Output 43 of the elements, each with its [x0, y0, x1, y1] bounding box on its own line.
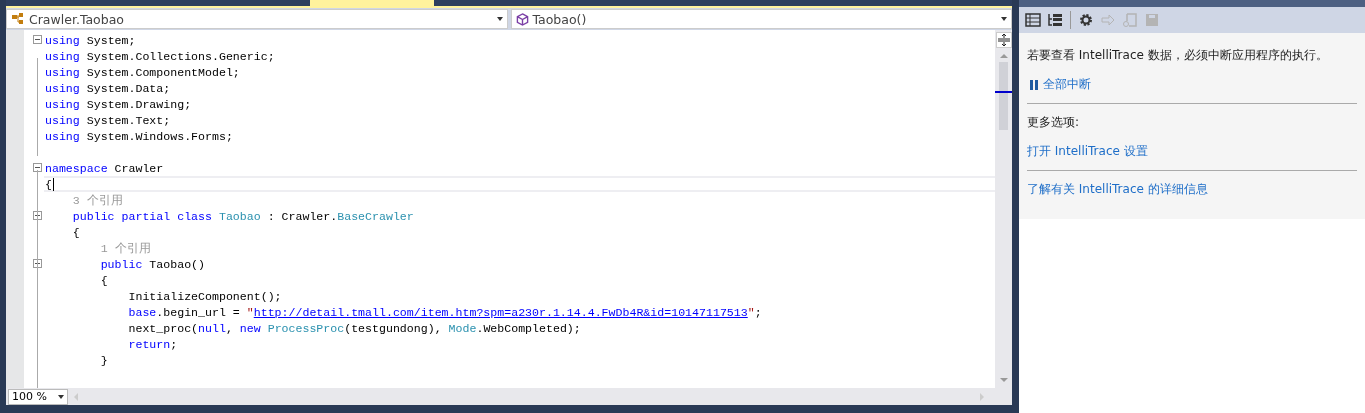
- code-line: {: [45, 177, 52, 191]
- break-all-link[interactable]: 全部中断: [1030, 76, 1091, 93]
- code-line: next_proc(null, new ProcessProc(testgundong), Mode.WebCompleted);: [127, 321, 581, 335]
- code-line: {: [71, 225, 80, 239]
- reference-count[interactable]: 3 个引用: [45, 192, 123, 208]
- code-line: using System.Windows.Forms;: [45, 129, 233, 143]
- code-line: using System.Collections.Generic;: [45, 49, 275, 63]
- scroll-thumb[interactable]: [999, 62, 1008, 130]
- text-cursor: [52, 177, 54, 191]
- class-icon: [11, 12, 25, 26]
- caret-icon: [496, 17, 503, 21]
- zoom-dropdown[interactable]: 100 %: [8, 388, 68, 405]
- type-dropdown[interactable]: Crawler.Taobao: [6, 9, 508, 29]
- code-line: {: [99, 273, 108, 287]
- split-icon[interactable]: [995, 32, 1012, 48]
- member-dropdown[interactable]: Taobao(): [510, 9, 1012, 29]
- pause-icon: [1030, 79, 1038, 90]
- collapse-icon[interactable]: [33, 35, 42, 44]
- caret-icon: [1001, 17, 1007, 21]
- code-line: using System.Drawing;: [45, 97, 192, 111]
- cube-icon: [515, 12, 529, 26]
- link-text[interactable]: 全部中断: [1043, 76, 1091, 93]
- info-message: 若要查看 IntelliTrace 数据，必须中断应用程序的执行。: [1027, 47, 1329, 64]
- code-line: InitializeComponent();: [127, 289, 282, 303]
- code-line: namespace Crawler: [45, 161, 164, 175]
- vertical-scrollbar[interactable]: [995, 30, 1012, 388]
- learn-more-link[interactable]: 了解有关 IntelliTrace 的详细信息: [1027, 181, 1208, 198]
- list-icon[interactable]: [1024, 12, 1042, 28]
- section-heading: 更多选项:: [1027, 114, 1081, 131]
- code-line: public Taobao(): [99, 257, 206, 271]
- tree-list-icon[interactable]: [1046, 12, 1064, 28]
- code-line: using System.ComponentModel;: [45, 65, 240, 79]
- code-line: using System;: [45, 33, 136, 47]
- code-line: }: [99, 353, 108, 367]
- code-line: using System.Data;: [45, 81, 171, 95]
- reference-count[interactable]: 1 个引用: [45, 240, 151, 256]
- settings-link[interactable]: 打开 IntelliTrace 设置: [1027, 143, 1148, 160]
- code-line: using System.Text;: [45, 113, 171, 127]
- code-line: public partial class Taobao : Crawler.BaseCrawler: [71, 209, 414, 223]
- code-line: return;: [127, 337, 178, 351]
- settings-icon[interactable]: [1077, 12, 1095, 28]
- collapse-icon[interactable]: [33, 163, 42, 172]
- code-line: base.begin_url = "http://detail.tmall.com/item.htm?spm=a230r.1.14.4.FwDb4R&id=10147117513";: [127, 305, 762, 319]
